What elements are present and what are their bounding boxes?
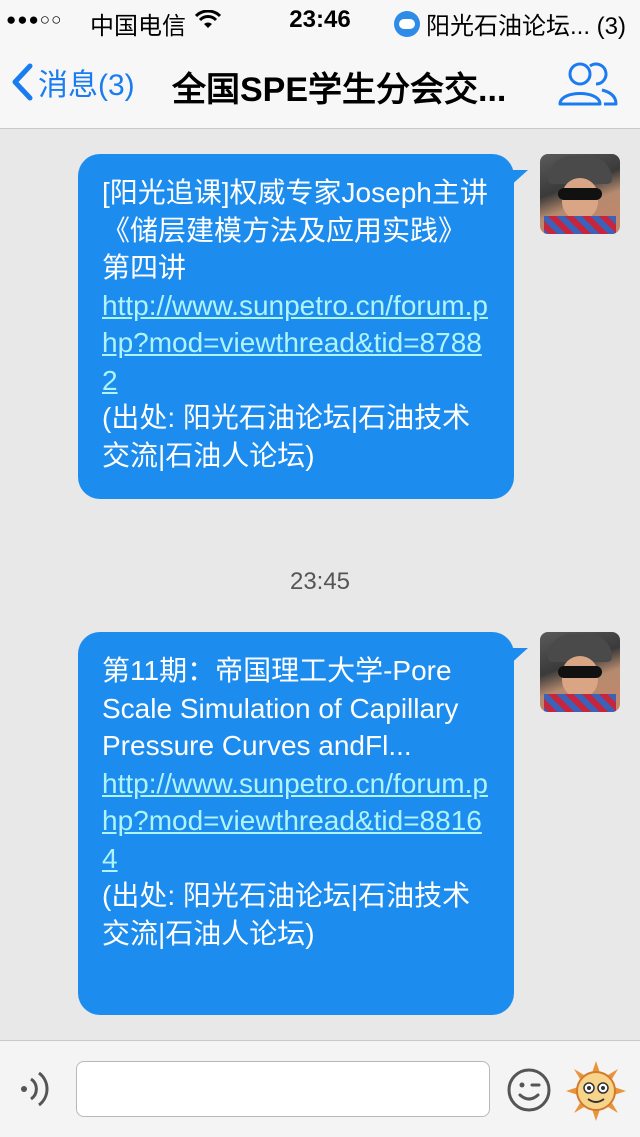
- message-input[interactable]: [76, 1061, 490, 1117]
- message-bubble[interactable]: [阳光追课]权威专家Joseph主讲《储层建模方法及应用实践》第四讲 http:…: [78, 154, 528, 499]
- bubble-tail: [508, 170, 528, 188]
- emoji-button[interactable]: [506, 1067, 552, 1118]
- back-button[interactable]: 消息(3): [10, 60, 135, 104]
- voice-icon: [21, 1071, 49, 1107]
- message-text: 第11期：帝国理工大学-Pore Scale Simulation of Cap…: [102, 655, 459, 761]
- group-icon: [558, 62, 618, 106]
- navigation-bar: 消息(3) 全国SPE学生分会交...: [0, 40, 640, 129]
- sun-face-icon: [566, 1061, 626, 1121]
- message-bubble[interactable]: 第11期：帝国理工大学-Pore Scale Simulation of Cap…: [78, 632, 528, 1015]
- input-toolbar: [0, 1040, 640, 1137]
- message-timestamp: 23:45: [289, 568, 351, 595]
- voice-input-button[interactable]: [14, 1067, 58, 1116]
- notification-text: 阳光石油论坛... (3): [425, 13, 626, 40]
- notification-banner[interactable]: 阳光石油论坛... (3): [393, 6, 626, 41]
- back-label: 消息(3): [38, 69, 135, 102]
- status-bar: ●●●○○ 中国电信 23:46 阳光石油论坛... (3): [0, 0, 640, 40]
- page-title: 全国SPE学生分会交...: [172, 71, 507, 109]
- chevron-left-icon: [12, 63, 33, 101]
- bubble-tail: [508, 648, 528, 666]
- sticker-button[interactable]: [564, 1059, 628, 1123]
- message-source: (出处: 阳光石油论坛|石油技术交流|石油人论坛): [102, 880, 471, 949]
- group-members-button[interactable]: [558, 60, 618, 113]
- avatar[interactable]: [540, 154, 620, 234]
- message-link[interactable]: http://www.sunpetro.cn/forum.php?mod=vie…: [102, 765, 490, 878]
- smiley-icon: [507, 1068, 551, 1112]
- message-link[interactable]: http://www.sunpetro.cn/forum.php?mod=vie…: [102, 287, 490, 400]
- message-source: (出处: 阳光石油论坛|石油技术交流|石油人论坛): [102, 402, 471, 471]
- chat-bubble-icon: [393, 10, 420, 37]
- avatar[interactable]: [540, 632, 620, 712]
- message-text: [阳光追课]权威专家Joseph主讲《储层建模方法及应用实践》第四讲: [102, 177, 488, 283]
